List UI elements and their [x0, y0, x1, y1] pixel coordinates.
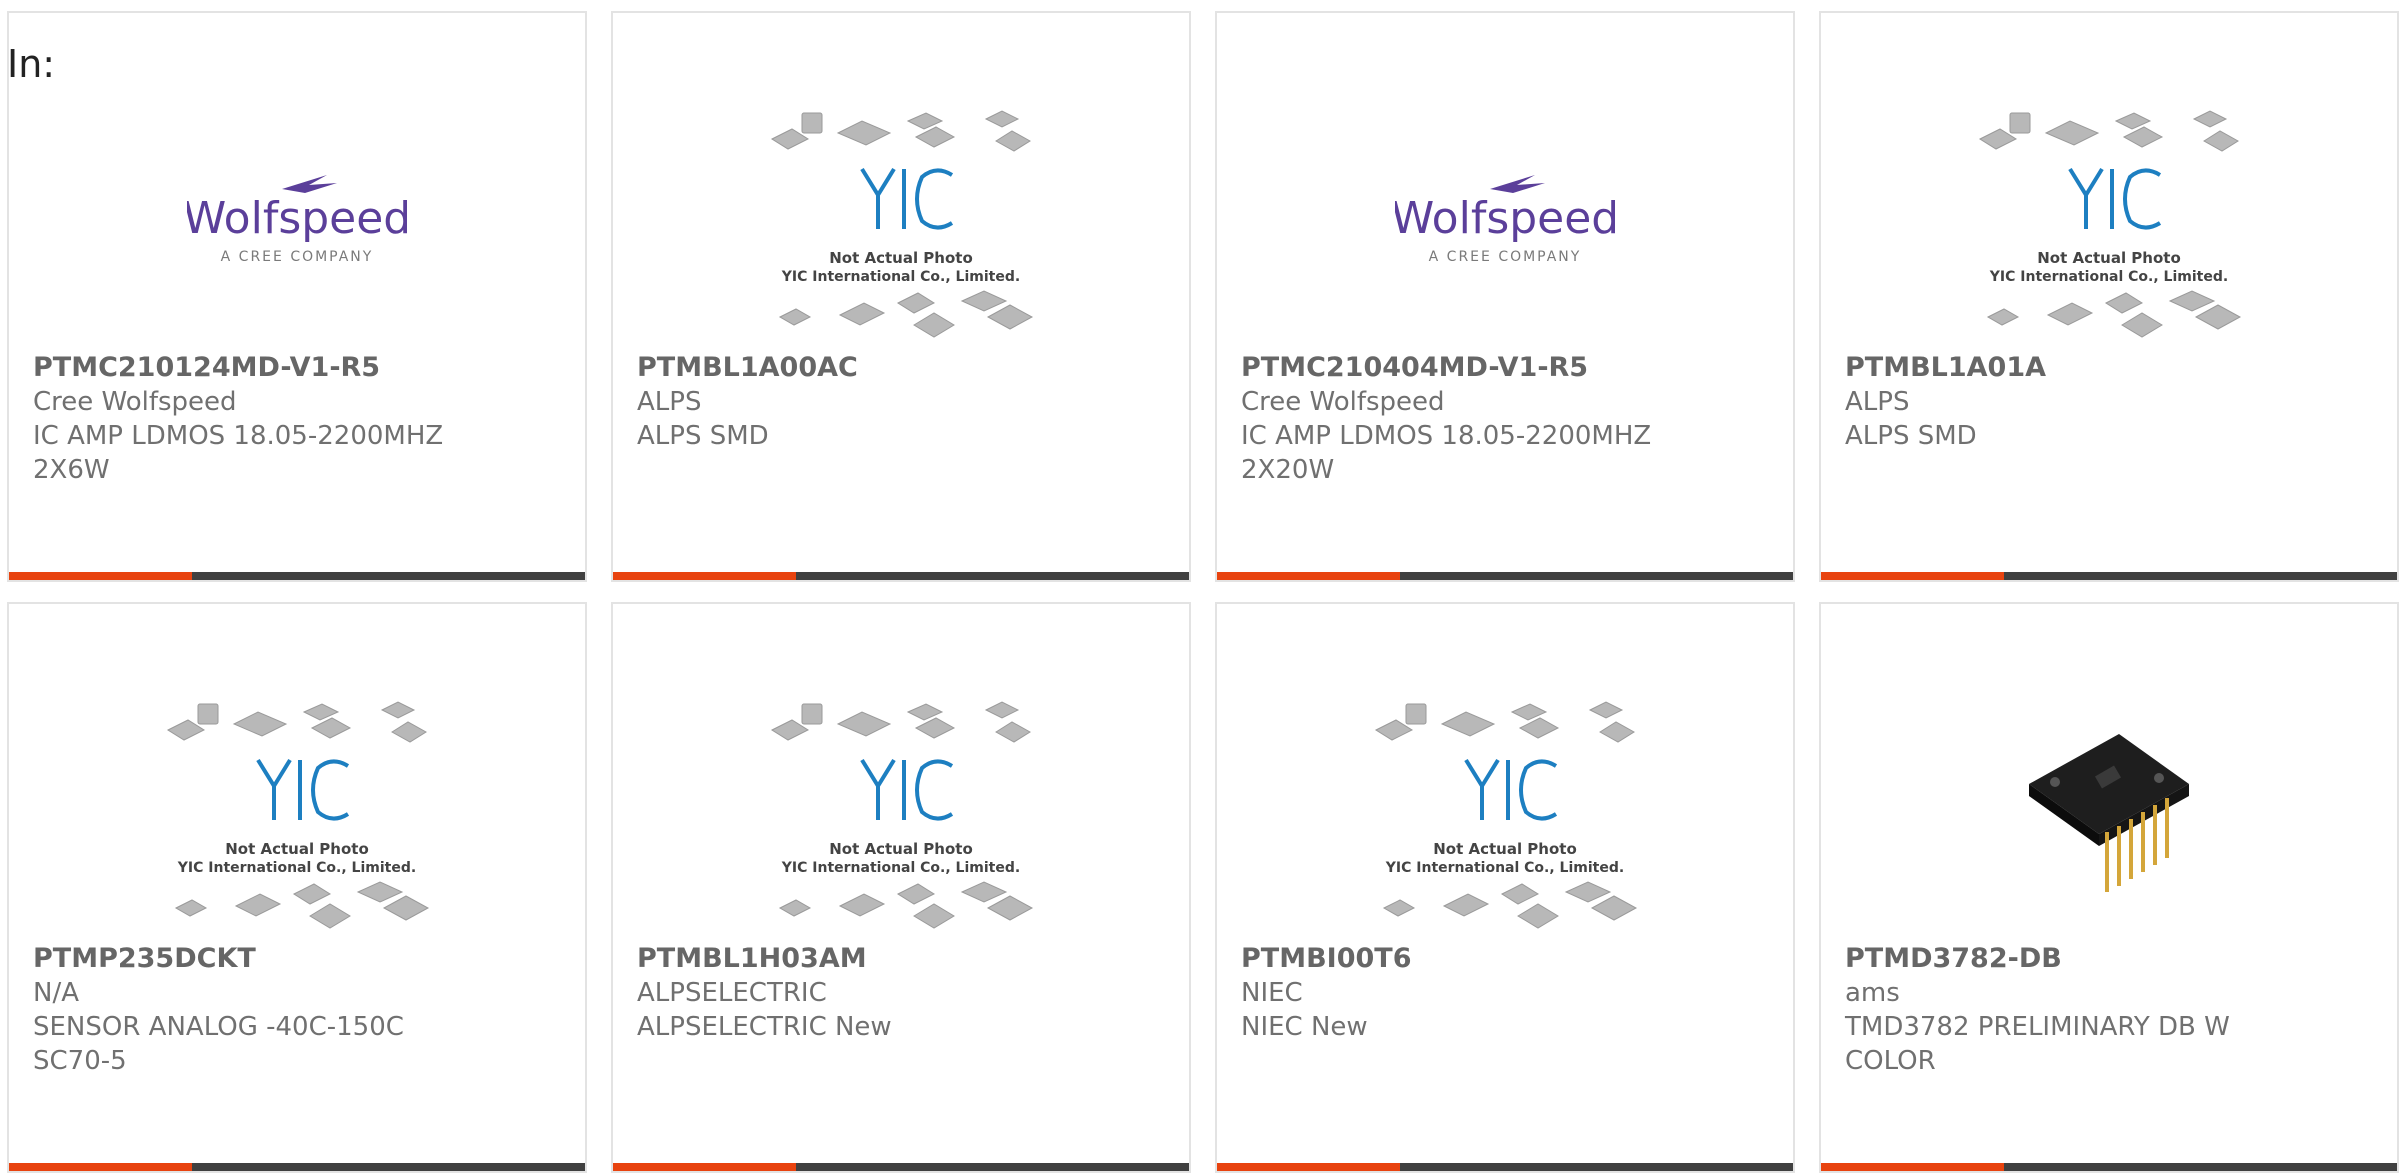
- yic-text-2: YIC International Co., Limited.: [781, 860, 1020, 876]
- yic-text-1: Not Actual Photo: [829, 840, 973, 858]
- card-bar: [1821, 1163, 2397, 1171]
- product-info: PTMBL1A01A ALPS ALPS SMD: [1845, 351, 2377, 453]
- description-cont: SC70-5: [33, 1046, 127, 1076]
- product-image[interactable]: Wolfspeed A CREE COMPANY: [1217, 93, 1793, 353]
- description: ALPS SMD: [637, 421, 769, 451]
- yic-text-2: YIC International Co., Limited.: [1989, 269, 2228, 285]
- yic-placeholder-icon: Not Actual Photo YIC International Co., …: [770, 110, 1034, 338]
- product-image[interactable]: Not Actual Photo YIC International Co., …: [1821, 93, 2397, 353]
- yic-text-2: YIC International Co., Limited.: [1385, 860, 1624, 876]
- wolfspeed-word: Wolfspeed: [187, 193, 407, 244]
- wolfspeed-sub: A CREE COMPANY: [221, 249, 374, 265]
- product-info: PTMC210404MD-V1-R5 Cree Wolfspeed IC AMP…: [1241, 351, 1773, 487]
- yic-placeholder-icon: Not Actual Photo YIC International Co., …: [770, 701, 1034, 929]
- yic-placeholder-icon: Not Actual Photo YIC International Co., …: [1374, 701, 1638, 929]
- manufacturer: N/A: [33, 978, 79, 1008]
- manufacturer: ams: [1845, 978, 1900, 1008]
- description: TMD3782 PRELIMINARY DB W: [1845, 1012, 2230, 1042]
- product-info: PTMC210124MD-V1-R5 Cree Wolfspeed IC AMP…: [33, 351, 565, 487]
- yic-text-1: Not Actual Photo: [2037, 249, 2181, 267]
- manufacturer: ALPS: [1845, 387, 1910, 417]
- product-card[interactable]: Not Actual Photo YIC International Co., …: [611, 602, 1191, 1173]
- description: IC AMP LDMOS 18.05-2200MHZ: [33, 421, 444, 451]
- description: IC AMP LDMOS 18.05-2200MHZ: [1241, 421, 1652, 451]
- part-number[interactable]: PTMC210124MD-V1-R5: [33, 351, 565, 385]
- product-card[interactable]: Wolfspeed A CREE COMPANY PTMC210404MD-V1…: [1215, 11, 1795, 582]
- page-label: In:: [7, 42, 56, 86]
- product-card[interactable]: PTMD3782-DB ams TMD3782 PRELIMINARY DB W…: [1819, 602, 2399, 1173]
- sensor-board-icon: [2029, 734, 2189, 892]
- product-card[interactable]: Not Actual Photo YIC International Co., …: [1215, 602, 1795, 1173]
- product-card[interactable]: Not Actual Photo YIC International Co., …: [611, 11, 1191, 582]
- yic-text-1: Not Actual Photo: [1433, 840, 1577, 858]
- manufacturer: ALPSELECTRIC: [637, 978, 827, 1008]
- yic-text-1: Not Actual Photo: [225, 840, 369, 858]
- description: ALPS SMD: [1845, 421, 1977, 451]
- description: ALPSELECTRIC New: [637, 1012, 892, 1042]
- part-number[interactable]: PTMC210404MD-V1-R5: [1241, 351, 1773, 385]
- manufacturer: NIEC: [1241, 978, 1303, 1008]
- yic-text-2: YIC International Co., Limited.: [781, 269, 1020, 285]
- product-info: PTMD3782-DB ams TMD3782 PRELIMINARY DB W…: [1845, 942, 2377, 1078]
- yic-text-2: YIC International Co., Limited.: [177, 860, 416, 876]
- product-image[interactable]: [1821, 684, 2397, 944]
- product-grid: Wolfspeed A CREE COMPANY PTMC210124MD-V1…: [7, 11, 2400, 1173]
- part-number[interactable]: PTMD3782-DB: [1845, 942, 2377, 976]
- card-bar: [9, 1163, 585, 1171]
- description: SENSOR ANALOG -40C-150C: [33, 1012, 404, 1042]
- description-cont: 2X20W: [1241, 455, 1335, 485]
- product-info: PTMBI00T6 NIEC NIEC New: [1241, 942, 1773, 1044]
- wolfspeed-sub: A CREE COMPANY: [1429, 249, 1582, 265]
- product-info: PTMP235DCKT N/A SENSOR ANALOG -40C-150C …: [33, 942, 565, 1078]
- card-bar: [613, 1163, 1189, 1171]
- wolfspeed-logo-icon: Wolfspeed A CREE COMPANY: [1395, 175, 1615, 265]
- product-image[interactable]: Not Actual Photo YIC International Co., …: [613, 684, 1189, 944]
- part-number[interactable]: PTMBL1A00AC: [637, 351, 1169, 385]
- part-number[interactable]: PTMBI00T6: [1241, 942, 1773, 976]
- card-bar: [1821, 572, 2397, 580]
- product-card[interactable]: Wolfspeed A CREE COMPANY PTMC210124MD-V1…: [7, 11, 587, 582]
- card-bar: [1217, 1163, 1793, 1171]
- product-card[interactable]: Not Actual Photo YIC International Co., …: [1819, 11, 2399, 582]
- product-card[interactable]: Not Actual Photo YIC International Co., …: [7, 602, 587, 1173]
- description-cont: COLOR: [1845, 1046, 1936, 1076]
- card-bar: [9, 572, 585, 580]
- yic-placeholder-icon: Not Actual Photo YIC International Co., …: [1978, 110, 2242, 338]
- product-image[interactable]: Not Actual Photo YIC International Co., …: [9, 684, 585, 944]
- manufacturer: Cree Wolfspeed: [33, 387, 237, 417]
- wolfspeed-word: Wolfspeed: [1395, 193, 1615, 244]
- product-image[interactable]: Wolfspeed A CREE COMPANY: [9, 93, 585, 353]
- product-image[interactable]: Not Actual Photo YIC International Co., …: [613, 93, 1189, 353]
- description: NIEC New: [1241, 1012, 1368, 1042]
- wolfspeed-logo-icon: Wolfspeed A CREE COMPANY: [187, 175, 407, 265]
- manufacturer: Cree Wolfspeed: [1241, 387, 1445, 417]
- description-cont: 2X6W: [33, 455, 110, 485]
- yic-placeholder-icon: Not Actual Photo YIC International Co., …: [166, 701, 430, 929]
- product-info: PTMBL1A00AC ALPS ALPS SMD: [637, 351, 1169, 453]
- card-bar: [613, 572, 1189, 580]
- part-number[interactable]: PTMBL1H03AM: [637, 942, 1169, 976]
- card-bar: [1217, 572, 1793, 580]
- product-image[interactable]: Not Actual Photo YIC International Co., …: [1217, 684, 1793, 944]
- yic-text-1: Not Actual Photo: [829, 249, 973, 267]
- part-number[interactable]: PTMBL1A01A: [1845, 351, 2377, 385]
- product-info: PTMBL1H03AM ALPSELECTRIC ALPSELECTRIC Ne…: [637, 942, 1169, 1044]
- manufacturer: ALPS: [637, 387, 702, 417]
- part-number[interactable]: PTMP235DCKT: [33, 942, 565, 976]
